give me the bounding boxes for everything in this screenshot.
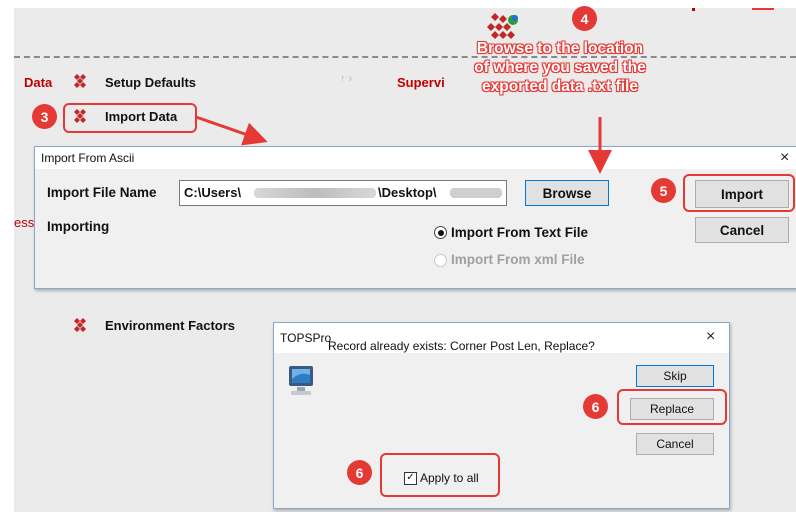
annotation-arrows <box>195 115 612 174</box>
arrow-to-dialog <box>195 115 268 146</box>
